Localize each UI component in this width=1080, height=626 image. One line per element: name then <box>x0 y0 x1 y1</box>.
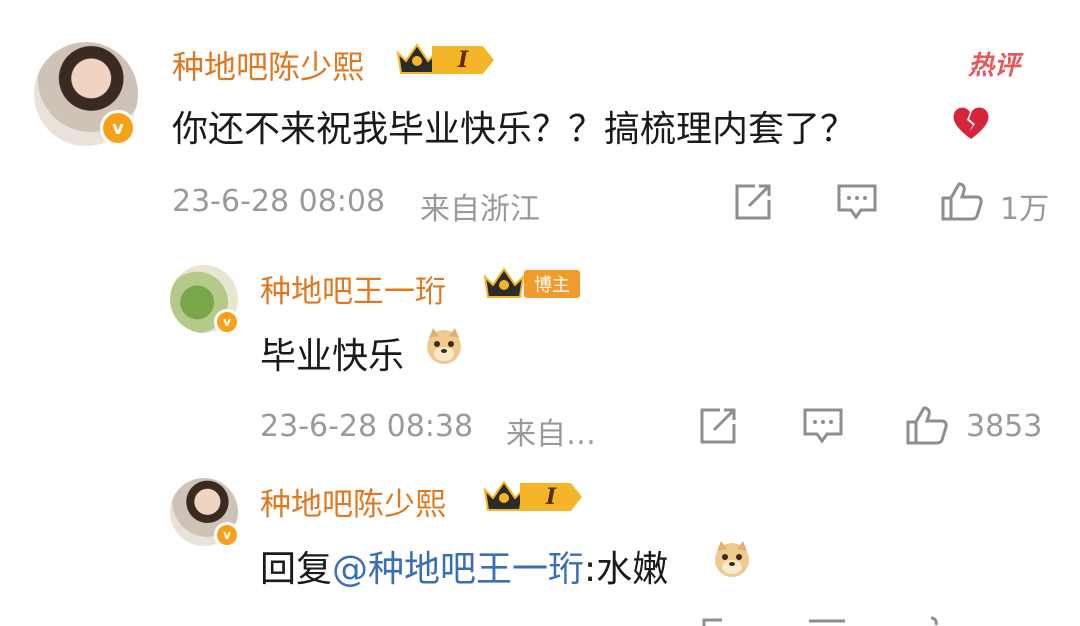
comment-icon[interactable] <box>836 182 878 222</box>
doge-emoji-icon <box>427 328 461 364</box>
thumbs-up-icon[interactable] <box>905 404 949 446</box>
crown-icon <box>483 480 525 511</box>
level-badge: I <box>520 483 582 511</box>
reply-prefix: 回复 <box>260 549 333 590</box>
comment-icon[interactable] <box>806 616 848 626</box>
broken-heart-icon <box>953 107 989 139</box>
timestamp: 23-6-28 08:08 <box>172 184 386 219</box>
thumbs-up-icon[interactable] <box>940 180 984 222</box>
like-count: 1万 <box>1000 192 1050 227</box>
comment-icon[interactable] <box>802 406 844 446</box>
comment-text: 回复@种地吧王一珩:水嫩 <box>260 540 668 592</box>
hot-comment-label: 热评 <box>968 51 1021 81</box>
avatar[interactable]: v <box>170 478 240 548</box>
timestamp: 23-6-28 08:38 <box>260 409 474 444</box>
comment-text-main: 你还不来祝我毕业快乐？？搞梳理内套了？ <box>172 109 857 150</box>
location: 来自浙江 <box>420 192 540 227</box>
mention-link[interactable]: @种地吧王一珩 <box>332 549 584 590</box>
level-badge: I <box>432 46 494 74</box>
comment-text-main: 毕业快乐 <box>260 336 405 377</box>
author-badge: 博主 <box>524 270 580 298</box>
comment-text: 你还不来祝我毕业快乐？？搞梳理内套了？ <box>172 100 856 152</box>
avatar[interactable]: v <box>170 265 240 335</box>
thumbs-up-icon[interactable] <box>912 614 956 626</box>
verified-v-icon: v <box>100 110 136 146</box>
reply-suffix: :水嫩 <box>584 549 669 590</box>
doge-emoji-icon <box>715 541 749 577</box>
comment-text: 毕业快乐 <box>260 327 404 379</box>
share-icon[interactable] <box>698 406 738 446</box>
like-count: 3853 <box>966 409 1043 444</box>
verified-v-icon: v <box>214 309 240 335</box>
username[interactable]: 种地吧王一珩 <box>260 266 446 311</box>
location: 来自… <box>506 417 596 452</box>
crown-icon <box>483 267 525 298</box>
username[interactable]: 种地吧陈少熙 <box>260 479 446 524</box>
verified-v-icon: v <box>214 522 240 548</box>
username[interactable]: 种地吧陈少熙 <box>172 42 364 88</box>
share-icon[interactable] <box>700 616 740 626</box>
avatar[interactable]: v <box>34 42 138 146</box>
share-icon[interactable] <box>733 182 773 222</box>
